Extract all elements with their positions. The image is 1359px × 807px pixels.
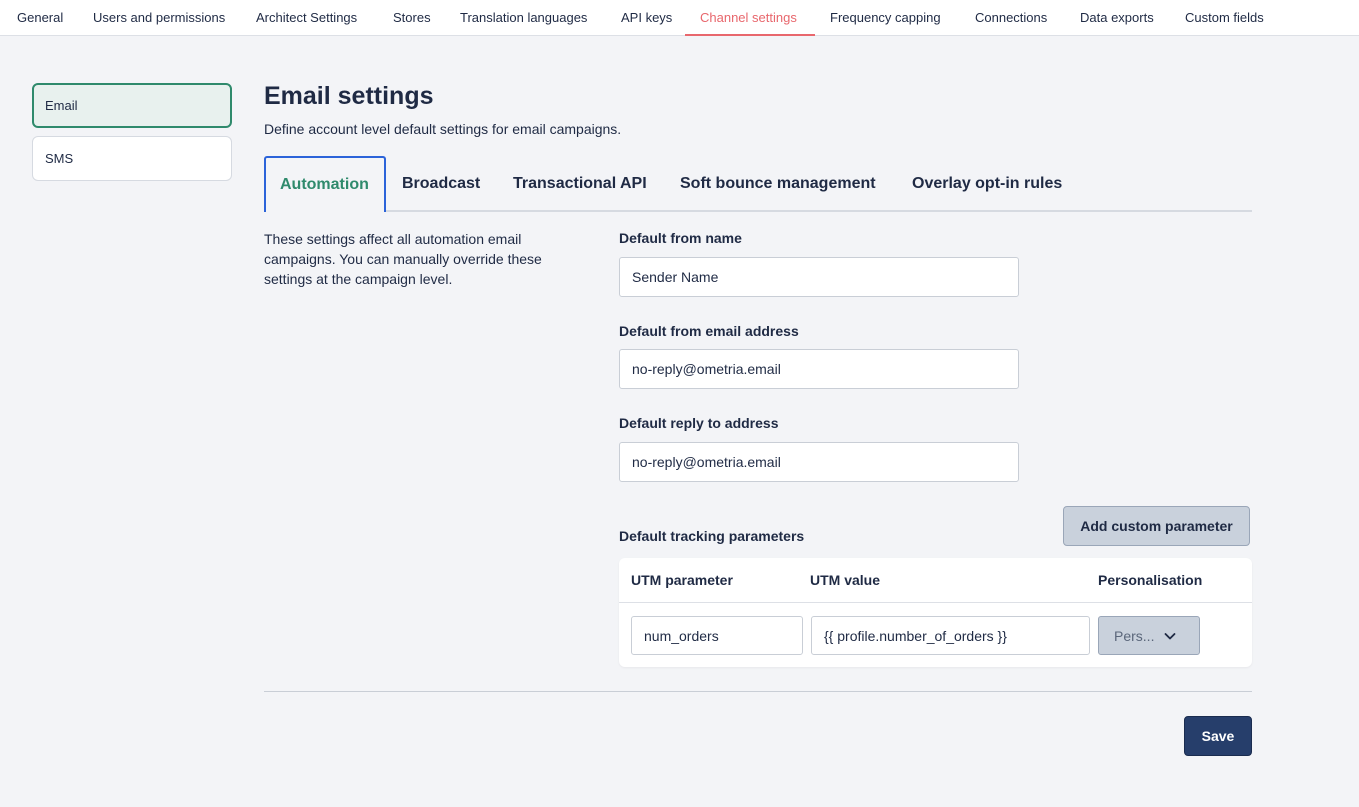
sidebar-item-email[interactable]: Email <box>32 83 232 128</box>
page-title: Email settings <box>264 82 434 110</box>
utm-parameters-table: UTM parameter UTM value Personalisation … <box>619 558 1252 667</box>
tab-soft-bounce-management[interactable]: Soft bounce management <box>680 156 876 212</box>
nav-item-connections[interactable]: Connections <box>975 0 1047 36</box>
nav-item-architect-settings[interactable]: Architect Settings <box>256 0 357 36</box>
nav-item-general[interactable]: General <box>17 0 63 36</box>
personalisation-dropdown[interactable]: Pers... <box>1098 616 1200 655</box>
reply-to-label: Default reply to address <box>619 415 779 431</box>
tab-automation[interactable]: Automation <box>264 156 386 212</box>
column-header-personalisation: Personalisation <box>1098 572 1203 588</box>
nav-item-stores[interactable]: Stores <box>393 0 431 36</box>
reply-to-input[interactable] <box>619 442 1019 482</box>
chevron-down-icon <box>1164 633 1176 640</box>
utm-value-input[interactable] <box>811 616 1090 655</box>
tab-broadcast[interactable]: Broadcast <box>402 156 480 212</box>
footer-divider <box>264 691 1252 692</box>
nav-item-frequency-capping[interactable]: Frequency capping <box>830 0 941 36</box>
utm-parameter-input[interactable] <box>631 616 803 655</box>
automation-description: These settings affect all automation ema… <box>264 231 542 287</box>
from-email-label: Default from email address <box>619 323 799 339</box>
nav-active-underline <box>685 34 815 36</box>
tab-overlay-opt-in-rules[interactable]: Overlay opt-in rules <box>912 156 1062 212</box>
table-header-divider <box>619 602 1252 603</box>
add-custom-parameter-button[interactable]: Add custom parameter <box>1063 506 1250 546</box>
top-navigation: General Users and permissions Architect … <box>0 0 1359 36</box>
column-header-utm-parameter: UTM parameter <box>631 572 733 588</box>
sidebar-item-sms[interactable]: SMS <box>32 136 232 181</box>
nav-item-data-exports[interactable]: Data exports <box>1080 0 1154 36</box>
nav-item-api-keys[interactable]: API keys <box>621 0 672 36</box>
from-email-input[interactable] <box>619 349 1019 389</box>
nav-item-translation-languages[interactable]: Translation languages <box>460 0 587 36</box>
page-subtitle: Define account level default settings fo… <box>264 121 622 137</box>
tracking-parameters-label: Default tracking parameters <box>619 528 805 544</box>
tab-transactional-api[interactable]: Transactional API <box>513 156 647 212</box>
nav-item-custom-fields[interactable]: Custom fields <box>1185 0 1264 36</box>
column-header-utm-value: UTM value <box>810 572 881 588</box>
from-name-input[interactable] <box>619 257 1019 297</box>
save-button[interactable]: Save <box>1184 716 1252 756</box>
nav-item-users-and-permissions[interactable]: Users and permissions <box>93 0 225 36</box>
from-name-label: Default from name <box>619 230 742 246</box>
nav-item-channel-settings[interactable]: Channel settings <box>700 0 797 36</box>
personalisation-label: Pers... <box>1114 627 1155 644</box>
